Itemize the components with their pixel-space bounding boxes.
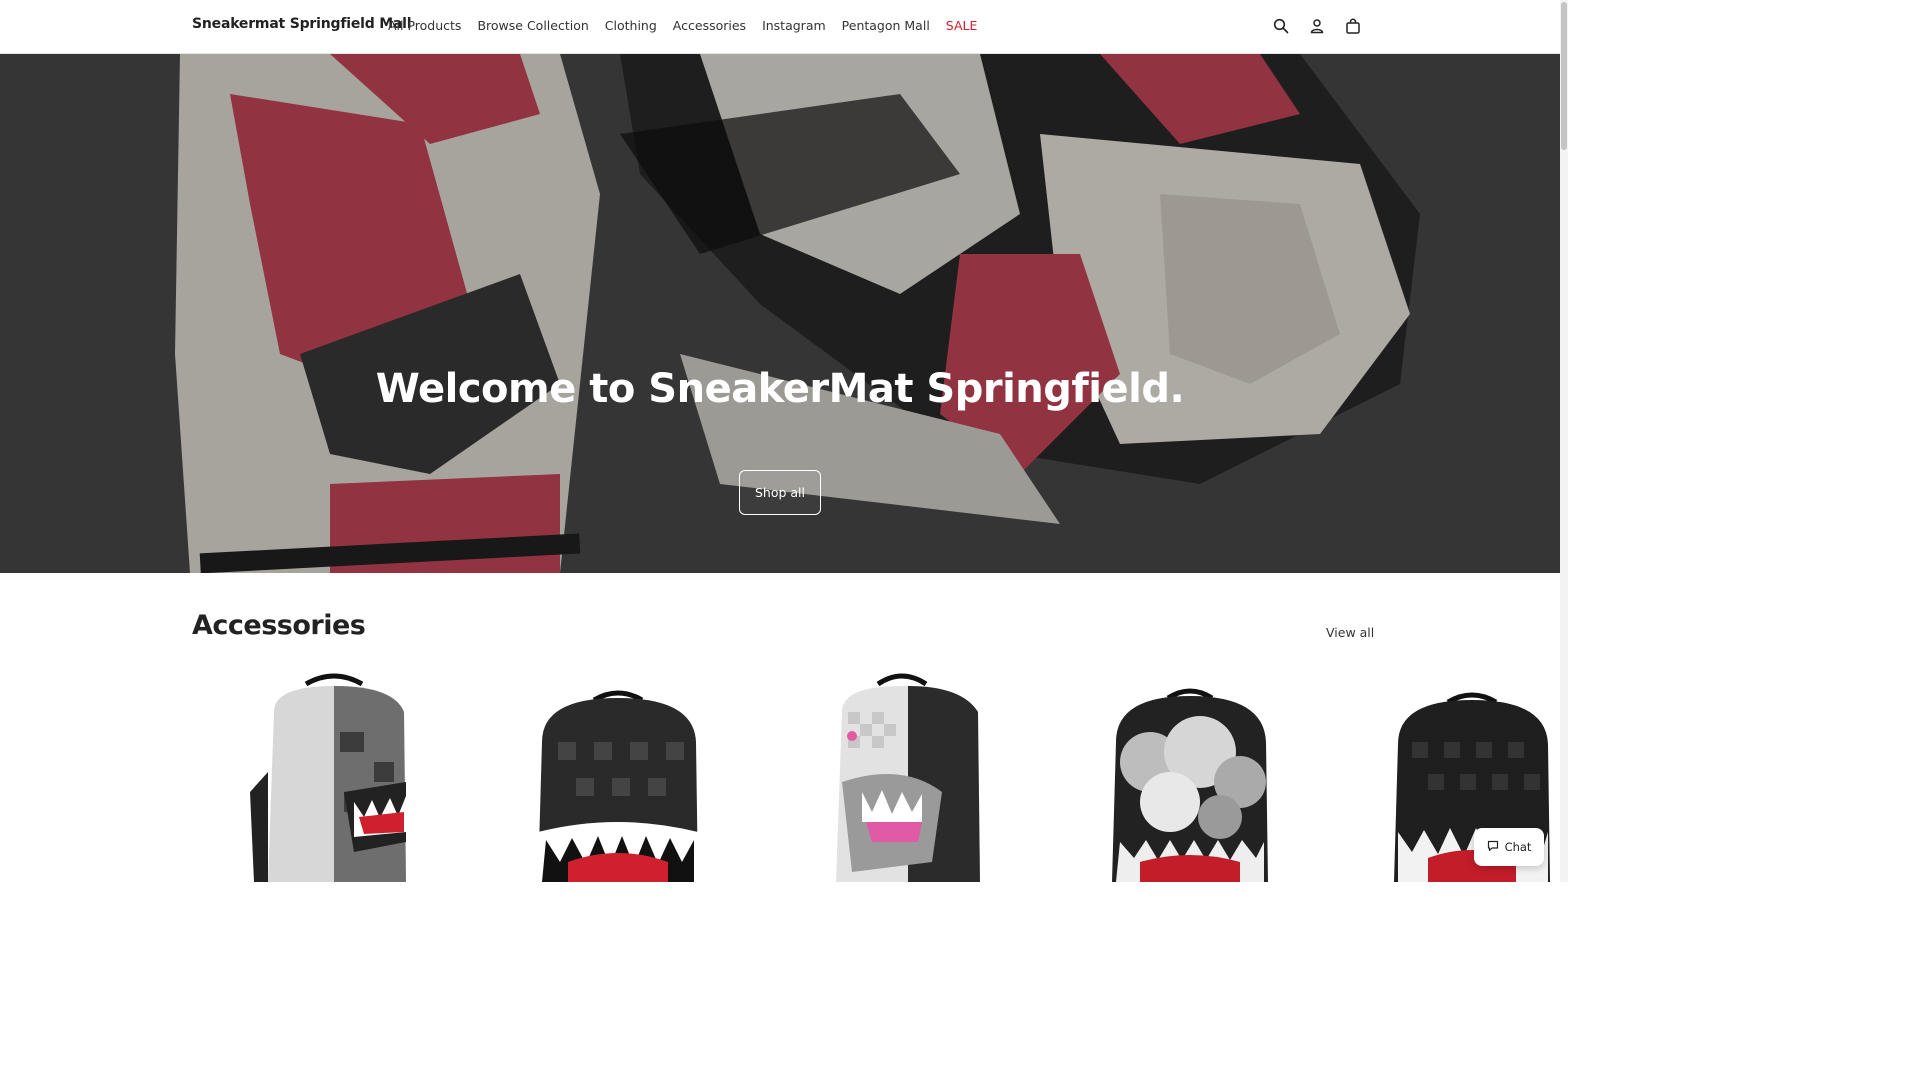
search-icon[interactable] bbox=[1272, 17, 1290, 35]
nav-all-products[interactable]: All Products bbox=[388, 18, 461, 33]
chat-button[interactable]: Chat bbox=[1474, 828, 1544, 866]
brand-logo[interactable]: Sneakermat Springfield Mall bbox=[192, 16, 412, 32]
product-image-backpack bbox=[250, 673, 406, 882]
main-nav: All Products Browse Collection Clothing … bbox=[388, 18, 977, 33]
product-card[interactable] bbox=[1070, 672, 1310, 882]
product-card[interactable] bbox=[498, 672, 738, 882]
shop-all-button[interactable]: Shop all bbox=[739, 470, 821, 515]
chat-label: Chat bbox=[1504, 840, 1532, 854]
page-scrollbar[interactable] bbox=[1560, 0, 1568, 882]
product-card[interactable] bbox=[1352, 672, 1592, 882]
product-image-backpack bbox=[836, 673, 980, 882]
nav-instagram[interactable]: Instagram bbox=[762, 18, 826, 33]
site-header: Sneakermat Springfield Mall All Products… bbox=[0, 0, 1560, 54]
hero-title: Welcome to SneakerMat Springfield. bbox=[375, 366, 1185, 412]
hero-banner: Welcome to SneakerMat Springfield. Shop … bbox=[0, 54, 1560, 573]
section-title-accessories: Accessories bbox=[192, 610, 366, 641]
header-actions bbox=[1272, 17, 1362, 35]
account-icon[interactable] bbox=[1308, 17, 1326, 35]
product-image-backpack bbox=[1112, 688, 1268, 882]
product-image-backpack bbox=[1394, 692, 1550, 882]
view-all-link[interactable]: View all bbox=[1326, 625, 1374, 640]
product-card[interactable] bbox=[782, 672, 1022, 882]
nav-pentagon-mall[interactable]: Pentagon Mall bbox=[842, 18, 930, 33]
nav-sale[interactable]: SALE bbox=[946, 18, 978, 33]
product-card[interactable] bbox=[214, 672, 454, 882]
chat-bubble-icon bbox=[1487, 840, 1499, 855]
product-image-backpack bbox=[538, 690, 698, 882]
nav-browse-collection[interactable]: Browse Collection bbox=[477, 18, 588, 33]
nav-clothing[interactable]: Clothing bbox=[605, 18, 657, 33]
product-carousel bbox=[0, 672, 1560, 882]
nav-accessories[interactable]: Accessories bbox=[673, 18, 746, 33]
cart-icon[interactable] bbox=[1344, 17, 1362, 35]
scrollbar-thumb[interactable] bbox=[1561, 2, 1567, 150]
